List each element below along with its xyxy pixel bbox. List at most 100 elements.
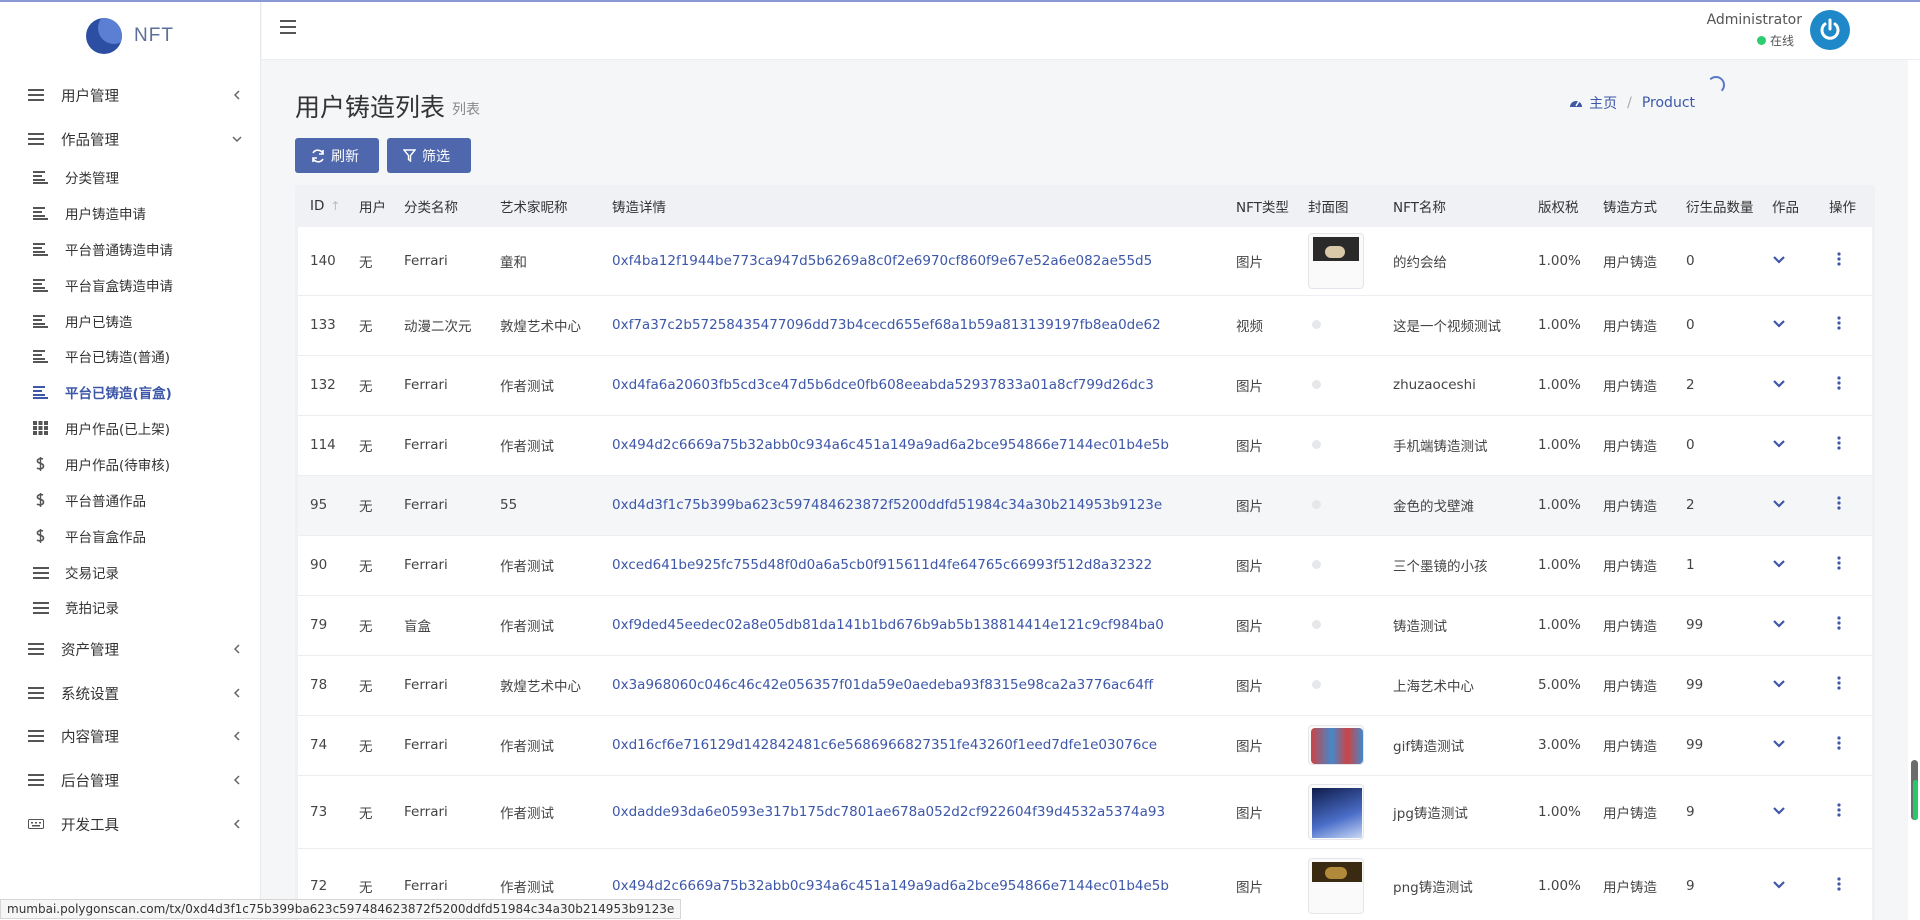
breadcrumb-current[interactable]: Product xyxy=(1642,95,1695,111)
sidebar-subitem-10[interactable]: 平台盲盒作品 xyxy=(0,521,260,551)
cell-expand[interactable] xyxy=(1760,475,1817,535)
cell-expand[interactable] xyxy=(1760,295,1817,355)
cell-hash[interactable]: 0x494d2c6669a75b32abb0c934a6c451a149a9ad… xyxy=(600,848,1224,920)
table-row[interactable]: 74 无 Ferrari 作者测试 0xd16cf6e716129d142842481c… xyxy=(298,715,1872,775)
menu-toggle-icon[interactable] xyxy=(280,20,296,34)
cell-expand[interactable] xyxy=(1760,775,1817,848)
sidebar-subitem-6[interactable]: 平台已铸造(盲盒) xyxy=(0,377,260,407)
table-row[interactable]: 133 无 动漫二次元 敦煌艺术中心 0xf7a37c2b57258435477096d… xyxy=(298,295,1872,355)
cell-hash[interactable]: 0xdadde93da6e0593e317b175dc7801ae678a052… xyxy=(600,775,1224,848)
avatar[interactable] xyxy=(1810,10,1850,50)
more-vertical-icon[interactable] xyxy=(1837,676,1841,690)
user-name[interactable]: Administrator xyxy=(1707,12,1802,28)
cell-expand[interactable] xyxy=(1760,535,1817,595)
sidebar-subitem-4[interactable]: 用户已铸造 xyxy=(0,306,260,336)
cell-actions[interactable] xyxy=(1817,415,1872,475)
chevron-down-icon[interactable] xyxy=(1772,559,1786,569)
page-scrollbar[interactable] xyxy=(1908,60,1920,920)
chevron-down-icon[interactable] xyxy=(1772,880,1786,890)
more-vertical-icon[interactable] xyxy=(1837,252,1841,266)
more-vertical-icon[interactable] xyxy=(1837,316,1841,330)
filter-button[interactable]: 筛选 xyxy=(387,138,471,173)
more-vertical-icon[interactable] xyxy=(1837,616,1841,630)
cell-expand[interactable] xyxy=(1760,415,1817,475)
cell-actions[interactable] xyxy=(1817,355,1872,415)
table-row[interactable]: 73 无 Ferrari 作者测试 0xdadde93da6e0593e317b175d… xyxy=(298,775,1872,848)
sidebar-subitem-0[interactable]: 分类管理 xyxy=(0,162,260,192)
sidebar-item-3[interactable]: 系统设置 xyxy=(0,673,260,713)
chevron-down-icon[interactable] xyxy=(1772,679,1786,689)
sidebar-subitem-7[interactable]: 用户作品(已上架) xyxy=(0,413,260,443)
cover-image[interactable] xyxy=(1308,858,1364,914)
more-vertical-icon[interactable] xyxy=(1837,877,1841,891)
cell-hash[interactable]: 0xd16cf6e716129d142842481c6e568696682735… xyxy=(600,715,1224,775)
chevron-down-icon[interactable] xyxy=(1772,499,1786,509)
table-row[interactable]: 114 无 Ferrari 作者测试 0x494d2c6669a75b32abb0c93… xyxy=(298,415,1872,475)
table-row[interactable]: 95 无 Ferrari 55 0xd4d3f1c75b399ba623c5974846… xyxy=(298,475,1872,535)
cell-hash[interactable]: 0xd4fa6a20603fb5cd3ce47d5b6dce0fb608eeab… xyxy=(600,355,1224,415)
sidebar-subitem-5[interactable]: 平台已铸造(普通) xyxy=(0,341,260,371)
sort-arrow-icon[interactable]: ↑ xyxy=(330,199,340,213)
column-header-0[interactable]: ID ↑ xyxy=(298,185,347,227)
more-vertical-icon[interactable] xyxy=(1837,556,1841,570)
cell-actions[interactable] xyxy=(1817,535,1872,595)
table-row[interactable]: 78 无 Ferrari 敦煌艺术中心 0x3a968060c046c46c42e056… xyxy=(298,655,1872,715)
cell-expand[interactable] xyxy=(1760,595,1817,655)
sidebar-subitem-1[interactable]: 用户铸造申请 xyxy=(0,198,260,228)
sidebar-subitem-9[interactable]: 平台普通作品 xyxy=(0,485,260,515)
cell-hash[interactable]: 0xd4d3f1c75b399ba623c597484623872f5200dd… xyxy=(600,475,1224,535)
cell-actions[interactable] xyxy=(1817,475,1872,535)
more-vertical-icon[interactable] xyxy=(1837,376,1841,390)
sidebar-subitem-3[interactable]: 平台盲盒铸造申请 xyxy=(0,270,260,300)
refresh-button[interactable]: 刷新 xyxy=(295,138,379,173)
cell-actions[interactable] xyxy=(1817,595,1872,655)
sidebar-item-4[interactable]: 内容管理 xyxy=(0,716,260,756)
table-row[interactable]: 79 无 盲盒 作者测试 0xf9ded45eedec02a8e05db81da141b… xyxy=(298,595,1872,655)
cell-hash[interactable]: 0x494d2c6669a75b32abb0c934a6c451a149a9ad… xyxy=(600,415,1224,475)
sidebar-subitem-11[interactable]: 交易记录 xyxy=(0,557,260,587)
cell-actions[interactable] xyxy=(1817,655,1872,715)
breadcrumb-home[interactable]: 主页 xyxy=(1589,93,1617,113)
cell-expand[interactable] xyxy=(1760,848,1817,920)
chevron-down-icon[interactable] xyxy=(1772,806,1786,816)
cell-actions[interactable] xyxy=(1817,775,1872,848)
more-vertical-icon[interactable] xyxy=(1837,436,1841,450)
cell-expand[interactable] xyxy=(1760,355,1817,415)
cell-expand[interactable] xyxy=(1760,655,1817,715)
cover-image[interactable] xyxy=(1308,232,1364,289)
table-row[interactable]: 140 无 Ferrari 童和 0xf4ba12f1944be773ca947d5b6… xyxy=(298,227,1872,295)
cover-image[interactable] xyxy=(1308,725,1364,765)
table-row[interactable]: 90 无 Ferrari 作者测试 0xced641be925fc755d48f0d0a… xyxy=(298,535,1872,595)
chevron-down-icon[interactable] xyxy=(1772,379,1786,389)
cell-actions[interactable] xyxy=(1817,848,1872,920)
cell-hash[interactable]: 0x3a968060c046c46c42e056357f01da59e0aede… xyxy=(600,655,1224,715)
brand[interactable]: NFT xyxy=(0,0,260,72)
cell-hash[interactable]: 0xf4ba12f1944be773ca947d5b6269a8c0f2e697… xyxy=(600,227,1224,295)
sidebar-item-0[interactable]: 用户管理 xyxy=(0,75,260,115)
more-vertical-icon[interactable] xyxy=(1837,496,1841,510)
chevron-down-icon[interactable] xyxy=(1772,739,1786,749)
sidebar-subitem-8[interactable]: 用户作品(待审核) xyxy=(0,449,260,479)
sidebar-subitem-2[interactable]: 平台普通铸造申请 xyxy=(0,234,260,264)
chevron-down-icon[interactable] xyxy=(1772,439,1786,449)
cell-actions[interactable] xyxy=(1817,295,1872,355)
sidebar-item-6[interactable]: 开发工具 xyxy=(0,804,260,844)
cell-hash[interactable]: 0xf7a37c2b57258435477096dd73b4cecd655ef6… xyxy=(600,295,1224,355)
cell-hash[interactable]: 0xced641be925fc755d48f0d0a6a5cb0f915611d… xyxy=(600,535,1224,595)
chevron-down-icon[interactable] xyxy=(1772,319,1786,329)
chevron-down-icon[interactable] xyxy=(1772,619,1786,629)
cell-actions[interactable] xyxy=(1817,715,1872,775)
table-row[interactable]: 132 无 Ferrari 作者测试 0xd4fa6a20603fb5cd3ce47d5… xyxy=(298,355,1872,415)
cover-image[interactable] xyxy=(1308,783,1364,840)
cell-actions[interactable] xyxy=(1817,227,1872,295)
cell-expand[interactable] xyxy=(1760,227,1817,295)
sidebar-item-1[interactable]: 作品管理 xyxy=(0,119,260,159)
cell-expand[interactable] xyxy=(1760,715,1817,775)
more-vertical-icon[interactable] xyxy=(1837,802,1841,817)
more-vertical-icon[interactable] xyxy=(1837,736,1841,750)
sidebar-item-5[interactable]: 后台管理 xyxy=(0,760,260,800)
chevron-down-icon[interactable] xyxy=(1772,255,1786,265)
sidebar-subitem-12[interactable]: 竞拍记录 xyxy=(0,592,260,622)
cell-hash[interactable]: 0xf9ded45eedec02a8e05db81da141b1bd676b9a… xyxy=(600,595,1224,655)
sidebar-item-2[interactable]: 资产管理 xyxy=(0,629,260,669)
